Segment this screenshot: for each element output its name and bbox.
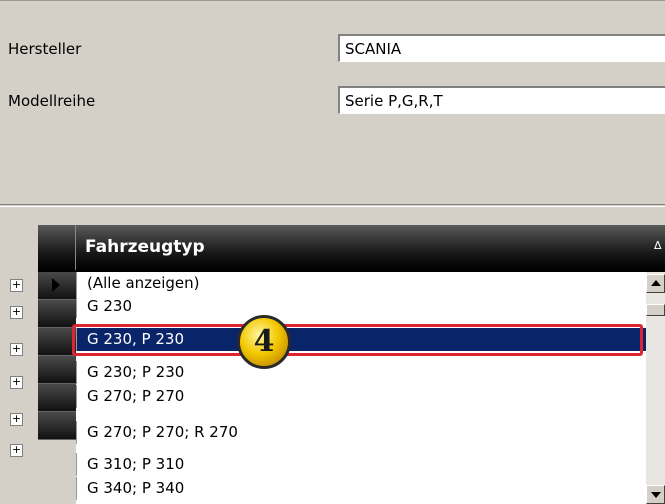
modellreihe-label: Modellreihe	[8, 92, 96, 110]
panel-divider-highlight	[0, 206, 665, 207]
hersteller-label: Hersteller	[8, 40, 82, 58]
grid-row-g270-p270[interactable]: G 270; P 270	[76, 385, 646, 408]
row-header-current[interactable]	[38, 272, 76, 300]
expand-plus-icon[interactable]: +	[10, 279, 23, 292]
hersteller-field[interactable]: SCANIA	[338, 34, 665, 62]
row-header[interactable]	[38, 328, 76, 356]
grid-rows: (Alle anzeigen) G 230 G 230, P 230 G 230…	[76, 272, 646, 504]
modellreihe-field[interactable]: Serie P,G,R,T	[338, 86, 665, 114]
row-header[interactable]	[38, 412, 76, 440]
grid-header: Fahrzeugtyp Δ	[38, 225, 665, 272]
scroll-up-button[interactable]	[646, 274, 665, 293]
grid-row-alle-anzeigen[interactable]: (Alle anzeigen)	[76, 272, 646, 295]
row-header[interactable]	[38, 300, 76, 328]
vehicle-filter-form: Hersteller SCANIA Modellreihe Serie P,G,…	[0, 0, 665, 207]
row-header[interactable]	[38, 384, 76, 412]
vertical-scrollbar[interactable]	[646, 272, 665, 504]
grid-row-g340-p340[interactable]: G 340; P 340	[76, 477, 646, 500]
row-header[interactable]	[38, 356, 76, 384]
highlight-outline	[72, 324, 643, 356]
column-header-fahrzeugtyp[interactable]: Fahrzeugtyp	[85, 237, 205, 257]
expand-plus-icon[interactable]: +	[10, 376, 23, 389]
expand-plus-icon[interactable]: +	[10, 343, 23, 356]
grid-header-corner	[38, 225, 76, 270]
step-number-badge: 4	[237, 315, 291, 369]
vehicle-type-grid: Fahrzeugtyp Δ (Alle anzeigen) G 230 G 23…	[0, 208, 665, 504]
arrow-down-icon	[651, 492, 661, 498]
expand-plus-icon[interactable]: +	[10, 413, 23, 426]
expand-plus-icon[interactable]: +	[10, 306, 23, 319]
grid-row-g310-p310[interactable]: G 310; P 310	[76, 453, 646, 476]
expand-plus-icon[interactable]: +	[10, 444, 23, 457]
sort-ascending-icon[interactable]: Δ	[654, 239, 662, 252]
current-row-arrow-icon	[52, 278, 60, 292]
scroll-thumb[interactable]	[646, 304, 665, 316]
grid-row-g270-p270-r270[interactable]: G 270; P 270; R 270	[76, 421, 646, 444]
grid-row-g230[interactable]: G 230	[76, 295, 646, 318]
scroll-down-button[interactable]	[646, 485, 665, 504]
arrow-up-icon	[651, 280, 661, 286]
panel-divider	[0, 204, 665, 205]
grid-row-g230-p230-semicolon[interactable]: G 230; P 230	[76, 361, 646, 384]
